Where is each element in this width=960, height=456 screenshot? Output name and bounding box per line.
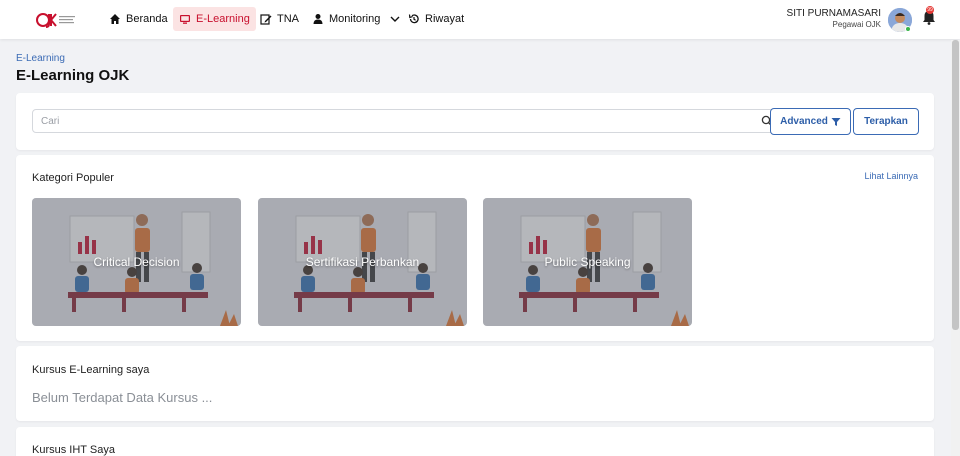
user-role: Pegawai OJK (832, 20, 881, 29)
nav-elearning-label: E-Learning (196, 13, 250, 25)
empty-state-text: Belum Terdapat Data Kursus ... (32, 390, 213, 405)
advanced-filter-button[interactable]: Advanced (770, 108, 851, 135)
category-tile[interactable]: Critical Decision (32, 198, 241, 326)
nav-riwayat-label: Riwayat (425, 13, 465, 25)
online-status-dot (905, 26, 911, 32)
kursus-iht-card: Kursus IHT Saya (16, 427, 934, 456)
advanced-filter-label: Advanced (780, 116, 828, 127)
see-more-link[interactable]: Lihat Lainnya (864, 171, 918, 181)
nav-elearning[interactable]: E-Learning (173, 7, 256, 31)
nav-monitoring-label: Monitoring (329, 13, 381, 25)
nav-tna-label: TNA (277, 13, 299, 25)
kategori-title: Kategori Populer (32, 172, 114, 184)
scrollbar-thumb[interactable] (952, 40, 959, 330)
category-tile[interactable]: Sertifikasi Perbankan (258, 198, 467, 326)
chevron-down-icon (390, 16, 400, 22)
user-icon (313, 14, 323, 24)
search-box[interactable] (32, 109, 782, 133)
home-icon (110, 14, 120, 24)
breadcrumb[interactable]: E-Learning (16, 53, 65, 64)
user-name: SITI PURNAMASARI (786, 8, 881, 19)
search-card: Advanced Terapkan (16, 93, 934, 150)
category-tile[interactable]: Public Speaking (483, 198, 692, 326)
notification-badge: 99 (926, 6, 934, 14)
kursus-elearning-title: Kursus E-Learning saya (32, 364, 150, 376)
nav-monitoring[interactable]: Monitoring (306, 7, 407, 31)
ojk-logo[interactable] (36, 10, 80, 30)
edit-icon (260, 14, 272, 25)
nav-riwayat[interactable]: Riwayat (402, 7, 470, 31)
history-icon (408, 14, 419, 24)
category-label: Sertifikasi Perbankan (305, 255, 420, 269)
top-navbar: Beranda E-Learning TNA Monitoring Riwaya… (0, 0, 960, 39)
search-input[interactable] (33, 110, 733, 132)
kursus-iht-title: Kursus IHT Saya (32, 444, 115, 456)
nav-beranda-label: Beranda (126, 13, 168, 25)
kategori-populer-card: Kategori Populer Lihat Lainnya Critical … (16, 155, 934, 341)
page-title: E-Learning OJK (16, 67, 130, 84)
monitor-icon (180, 15, 190, 24)
nav-tna[interactable]: TNA (254, 7, 305, 31)
category-label: Critical Decision (93, 255, 180, 269)
category-label: Public Speaking (544, 255, 631, 269)
nav-beranda[interactable]: Beranda (103, 7, 174, 31)
kursus-elearning-card: Kursus E-Learning saya Belum Terdapat Da… (16, 346, 934, 421)
apply-button[interactable]: Terapkan (853, 108, 919, 135)
filter-icon (831, 117, 841, 126)
